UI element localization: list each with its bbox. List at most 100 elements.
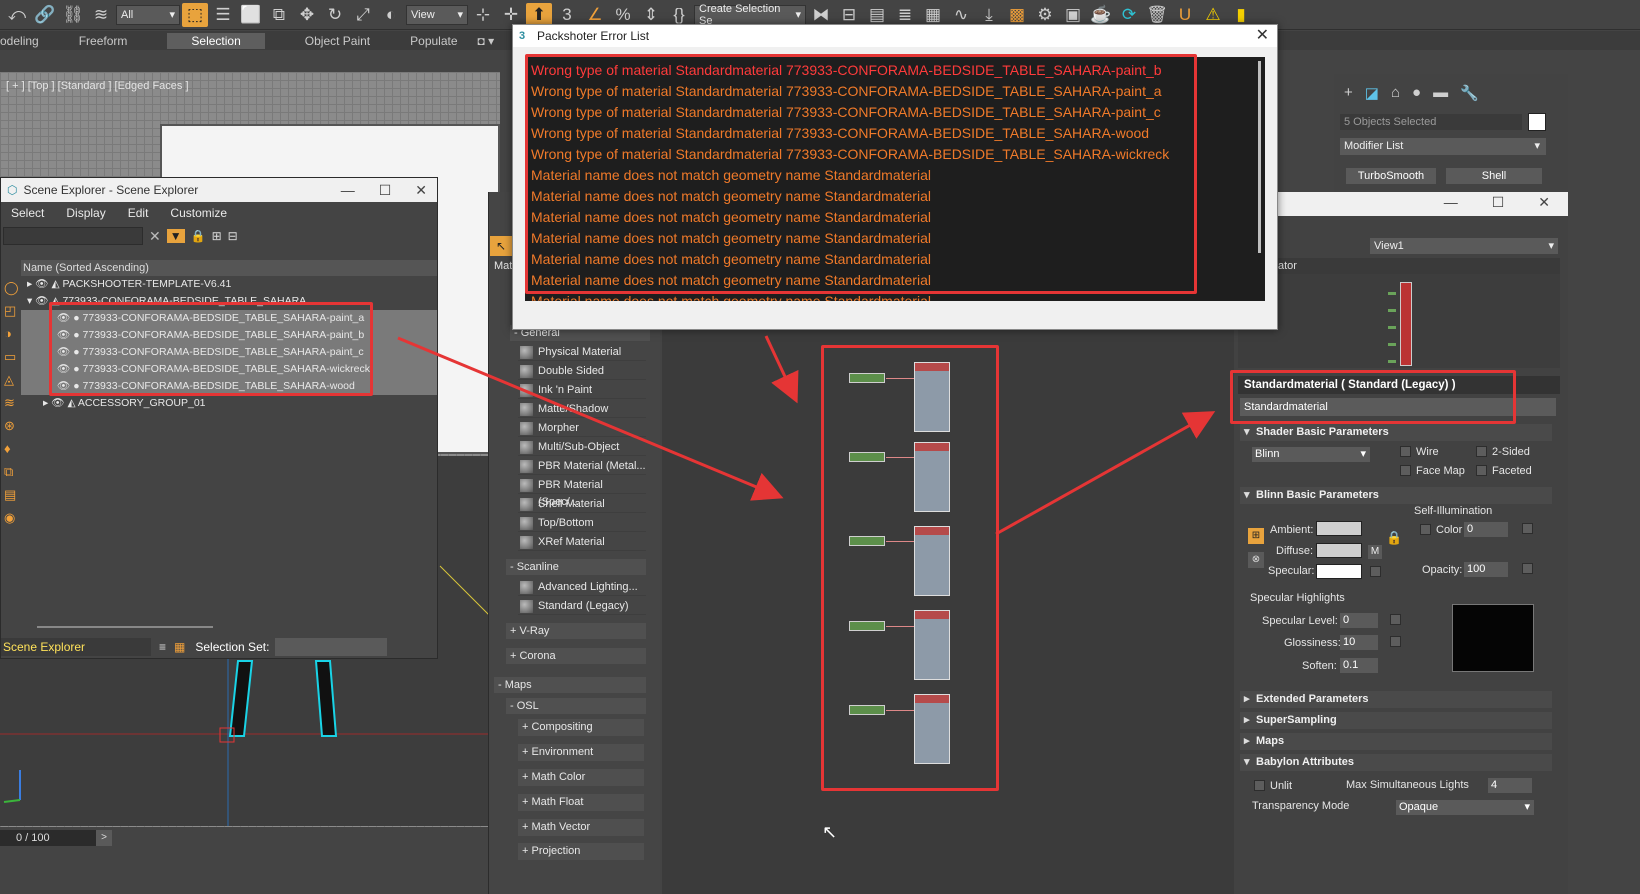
max-lights-spinner[interactable]: 4 [1488, 778, 1532, 793]
scene-search-input[interactable] [3, 227, 143, 245]
next-frame-button[interactable]: > [96, 830, 112, 846]
place-icon[interactable]: ◐ [378, 3, 404, 27]
snap-3d-icon[interactable]: 3 [554, 3, 580, 27]
unlink-icon[interactable]: ⛓ [60, 3, 86, 27]
selection-filter-select[interactable]: All ▾ [116, 4, 180, 25]
menu-edit[interactable]: Edit [128, 206, 149, 220]
scene-explorer-name-field[interactable]: Scene Explorer [1, 638, 151, 656]
scene-row-template[interactable]: ▸ 👁 ◭ PACKSHOOTER-TEMPLATE-V6.41 [21, 276, 437, 293]
manipulate-icon[interactable]: ✛ [498, 3, 524, 27]
category-compositing[interactable]: + Compositing [518, 719, 644, 736]
render-setup-icon[interactable]: ⚙ [1032, 3, 1058, 27]
schematic-view-icon[interactable]: ⤓ [976, 3, 1002, 27]
edit-named-selection-icon[interactable]: {} [666, 3, 692, 27]
specular-level-map-button[interactable] [1390, 614, 1401, 625]
lock-swatch-icon[interactable]: 🔒 [1386, 530, 1402, 546]
object-color-swatch[interactable] [1528, 113, 1546, 131]
scale-icon[interactable]: ⤢ [350, 3, 376, 27]
turbosmooth-button[interactable]: TurboSmooth [1346, 168, 1436, 184]
link-icon[interactable]: 🔗 [32, 3, 58, 27]
modifier-list-select[interactable]: Modifier List ▾ [1340, 138, 1546, 155]
minimize-icon[interactable]: — [1444, 194, 1458, 211]
bind-space-warp-icon[interactable]: ≋ [88, 3, 114, 27]
lock-icon[interactable]: 🔒 [191, 229, 206, 243]
mirror-icon[interactable]: ⧓ [808, 3, 834, 27]
list-item[interactable]: Standard (Legacy) [518, 598, 646, 615]
category-math-vector[interactable]: + Math Vector [518, 819, 644, 836]
specular-color-swatch[interactable] [1316, 564, 1362, 579]
list-item[interactable]: Top/Bottom [518, 515, 646, 532]
menu-customize[interactable]: Customize [170, 206, 227, 220]
menu-display[interactable]: Display [66, 206, 105, 220]
soften-spinner[interactable]: 0.1 [1340, 658, 1378, 673]
error-dialog-titlebar[interactable]: Packshoter Error List [513, 25, 1277, 47]
pivot-icon[interactable]: ⊹ [470, 3, 496, 27]
minimize-icon[interactable]: — [341, 182, 355, 198]
hierarchy-mode-icon[interactable]: ▦ [174, 640, 185, 654]
view-select[interactable]: View1 ▾ [1370, 238, 1558, 254]
category-osl[interactable]: - OSL [506, 698, 646, 714]
toggle-layer-explorer-icon[interactable]: ≣ [892, 3, 918, 27]
angle-snap-icon[interactable]: ∠ [582, 3, 608, 27]
list-item[interactable]: Morpher [518, 420, 646, 437]
category-math-float[interactable]: + Math Float [518, 794, 644, 811]
toggle-ribbon-icon[interactable]: ▦ [920, 3, 946, 27]
blinn-basic-rollout[interactable]: Blinn Basic Parameters [1240, 487, 1552, 504]
percent-snap-icon[interactable]: % [610, 3, 636, 27]
category-scanline[interactable]: - Scanline [506, 559, 646, 575]
script-icon[interactable]: ▮ [1228, 3, 1254, 27]
category-math-color[interactable]: + Math Color [518, 769, 644, 786]
trash-icon[interactable]: 🗑 [1144, 3, 1170, 27]
scene-explorer-titlebar[interactable]: ⬡ Scene Explorer - Scene Explorer — ☐ ✕ [1, 178, 437, 202]
ambient-color-swatch[interactable] [1316, 521, 1362, 536]
maps-rollout[interactable]: Maps [1240, 733, 1552, 750]
babylon-attributes-rollout[interactable]: Babylon Attributes [1240, 754, 1552, 771]
shader-type-select[interactable]: Blinn ▾ [1252, 447, 1370, 462]
expand-arrow-icon[interactable]: ▸ [43, 397, 48, 409]
shell-button[interactable]: Shell [1446, 168, 1542, 184]
warning-icon[interactable]: ⚠ [1200, 3, 1226, 27]
category-maps[interactable]: - Maps [494, 677, 646, 693]
list-item[interactable]: PBR Material (Spec/... [518, 477, 646, 508]
self-illum-spinner[interactable]: 0 [1464, 522, 1508, 537]
tab-selection[interactable]: Selection [167, 32, 265, 49]
category-vray[interactable]: + V-Ray [506, 623, 646, 639]
extended-parameters-rollout[interactable]: Extended Parameters [1240, 691, 1552, 708]
modify-tab-icon[interactable]: ◪ [1365, 84, 1379, 102]
selection-set-select[interactable] [275, 638, 388, 656]
maximize-icon[interactable]: ☐ [1492, 194, 1505, 211]
self-illum-map-button[interactable] [1522, 523, 1533, 534]
list-item[interactable]: Ink 'n Paint [518, 382, 646, 399]
clear-search-icon[interactable]: ✕ [149, 228, 161, 245]
render-production-icon[interactable]: ☕ [1088, 3, 1114, 27]
glossiness-map-button[interactable] [1390, 636, 1401, 647]
collapse-arrow-icon[interactable]: ▾ [27, 295, 32, 307]
tab-object-paint[interactable]: Object Paint [305, 34, 370, 48]
category-projection[interactable]: + Projection [518, 843, 644, 860]
glossiness-spinner[interactable]: 10 [1340, 635, 1378, 650]
rotate-icon[interactable]: ↻ [322, 3, 348, 27]
tab-freeform[interactable]: Freeform [79, 34, 128, 48]
opacity-spinner[interactable]: 100 [1464, 562, 1508, 577]
specular-level-spinner[interactable]: 0 [1340, 613, 1378, 628]
list-item[interactable]: PBR Material (Metal... [518, 458, 646, 475]
diffuse-map-button[interactable]: M [1368, 545, 1382, 559]
list-item[interactable]: Shell Material [518, 496, 646, 513]
horizontal-scrollbar[interactable] [37, 626, 213, 628]
transparency-mode-select[interactable]: Opaque ▾ [1396, 800, 1534, 815]
hierarchy-tab-icon[interactable]: ⌂ [1391, 84, 1400, 102]
select-tool-icon[interactable]: ↖ [490, 236, 512, 256]
eye-icon[interactable]: 👁 [51, 397, 64, 409]
close-icon[interactable]: ✕ [1256, 25, 1269, 47]
opacity-map-button[interactable] [1522, 563, 1533, 574]
supersampling-rollout[interactable]: SuperSampling [1240, 712, 1552, 729]
list-item[interactable]: Physical Material [518, 344, 646, 361]
tab-modeling[interactable]: odeling [0, 34, 39, 48]
specular-map-button[interactable] [1370, 566, 1381, 577]
eye-icon[interactable]: 👁 [35, 278, 48, 290]
material-browser-tab[interactable]: Mat [494, 260, 512, 272]
eye-icon[interactable]: 👁 [35, 295, 48, 307]
expand-all-icon[interactable]: ⊟ [228, 229, 238, 243]
maximize-icon[interactable]: ☐ [379, 182, 392, 199]
material-editor-icon[interactable]: ▩ [1004, 3, 1030, 27]
